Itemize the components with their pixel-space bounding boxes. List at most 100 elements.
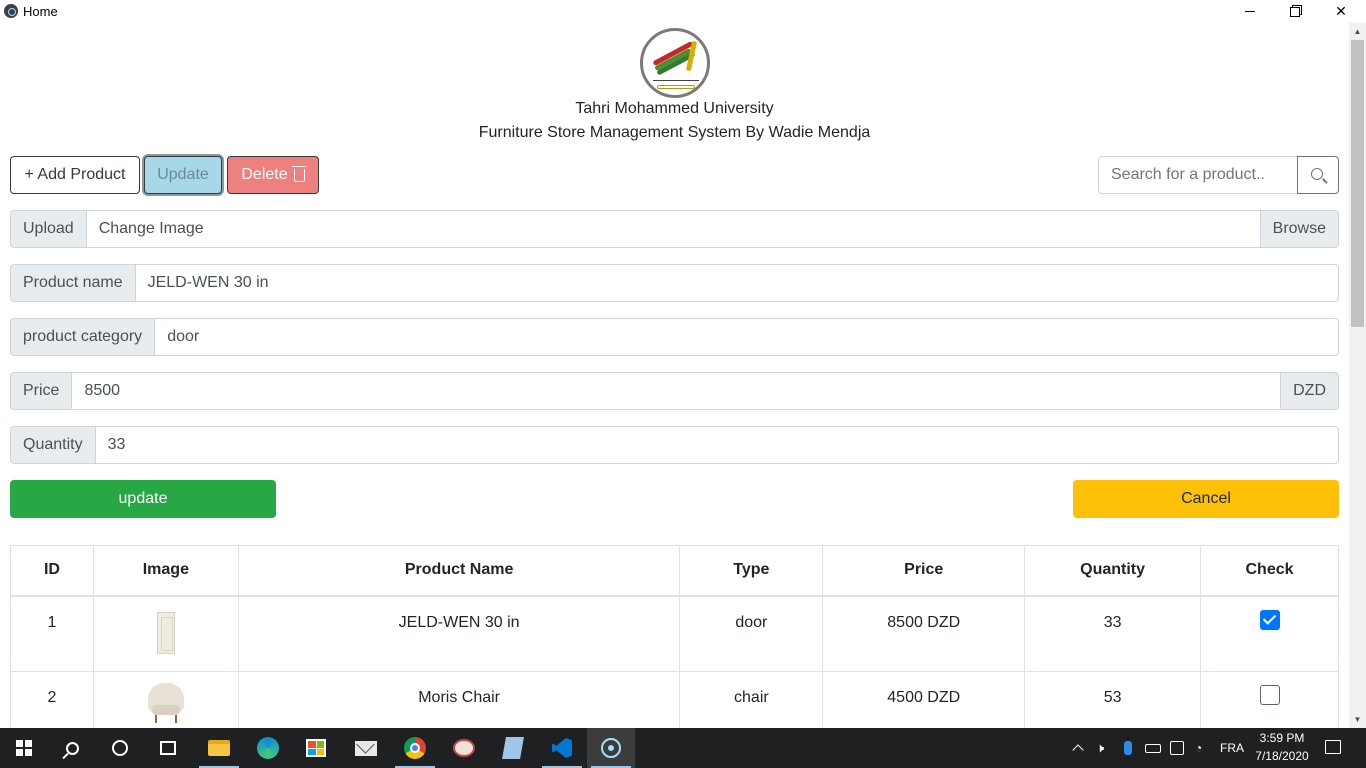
table-row[interactable]: 1 JELD-WEN 30 in door 8500 DZD 33 [10,595,1339,672]
edge-icon [257,737,279,759]
mail-icon [355,740,377,756]
cell-price: 4500 DZD [822,671,1026,728]
update-submit-button[interactable]: update [10,480,276,518]
wifi-icon: ◔ [1195,741,1203,755]
cell-type: door [679,595,824,672]
chrome-button[interactable] [391,728,439,768]
task-view-icon [160,741,176,755]
clock-date: 7/18/2020 [1255,749,1309,763]
scroll-up-arrow-icon[interactable]: ▲ [1349,23,1366,40]
chevron-up-icon [1072,744,1084,756]
row-checkbox[interactable] [1259,685,1280,705]
bluetooth-icon [1124,741,1132,755]
folder-icon [208,740,230,756]
taskbar-clock[interactable]: 3:59 PM 7/18/2020 [1252,728,1312,768]
cell-quantity: 33 [1024,595,1202,672]
products-table: ID Image Product Name Type Price Quantit… [10,545,1339,728]
university-name: Tahri Mohammed University [575,100,774,117]
volume-button[interactable]: 🕨 [1096,728,1104,768]
paint-button[interactable] [440,728,488,768]
windows-taskbar: 🕨 ◔ [0,728,1366,768]
search-input[interactable] [1098,156,1298,194]
battery-button[interactable] [1145,728,1161,768]
network-icon [1170,741,1184,755]
price-unit: DZD [1281,372,1339,410]
browse-button[interactable]: Browse [1260,210,1339,248]
cell-id: 2 [10,671,94,728]
cell-type: chair [679,671,824,728]
cancel-button[interactable]: Cancel [1073,480,1339,518]
battery-icon [1145,743,1161,753]
cell-name: JELD-WEN 30 in [237,595,681,672]
product-name-field[interactable]: JELD-WEN 30 in [135,264,1339,302]
column-header: Quantity [1024,545,1202,597]
cortana-button[interactable] [96,728,144,768]
table-row[interactable]: 2 Moris Chair chair 4500 DZD 53 [10,671,1339,728]
task-view-button[interactable] [144,728,192,768]
product-name-label: Product name [10,264,136,302]
input-language-indicator[interactable]: FRA [1220,741,1244,755]
system-title: Furniture Store Management System By Wad… [478,124,871,141]
show-hidden-icons-button[interactable] [1072,728,1084,768]
product-name-group: Product name JELD-WEN 30 in [10,264,1339,302]
minimize-button[interactable] [1227,0,1273,23]
taskbar-search-button[interactable] [48,728,96,768]
vscode-icon [552,738,572,758]
trash-icon [291,165,306,182]
start-button[interactable] [0,728,48,768]
row-checkbox[interactable] [1259,609,1280,630]
quantity-group: Quantity 33 [10,426,1339,464]
cortana-icon [112,740,128,756]
add-product-button[interactable]: + Add Product [10,156,140,194]
price-field[interactable]: 8500 [72,372,1282,410]
windows-logo-icon [16,740,32,756]
notepad-button[interactable] [489,728,537,768]
delete-label: Delete [241,166,288,183]
scroll-down-arrow-icon[interactable]: ▼ [1349,711,1366,728]
store-icon [306,739,326,757]
wifi-button[interactable]: ◔ [1195,728,1202,768]
cell-check [1200,595,1339,672]
product-category-group: product category door [10,318,1339,356]
maximize-button[interactable] [1272,0,1318,23]
network-button[interactable] [1170,728,1184,768]
price-group: Price 8500 DZD [10,372,1339,410]
mail-button[interactable] [342,728,390,768]
search-icon [1311,168,1323,180]
search-button[interactable] [1297,156,1339,194]
product-category-field[interactable]: door [155,318,1339,356]
chrome-icon [404,737,426,759]
update-mode-button[interactable]: Update [144,156,222,194]
clock-time: 3:59 PM [1259,731,1305,745]
speaker-icon: 🕨 [1096,740,1105,755]
store-button[interactable] [292,728,340,768]
column-header: Check [1200,545,1339,597]
delete-button[interactable]: Delete [227,156,319,194]
cell-image [92,595,239,672]
electron-app-button[interactable] [587,728,635,768]
vertical-scrollbar[interactable]: ▲ ▼ [1349,23,1366,728]
product-category-label: product category [10,318,156,356]
window-title: Home [23,4,58,19]
close-button[interactable]: ✕ [1318,0,1364,23]
price-label: Price [10,372,73,410]
file-explorer-button[interactable] [195,728,243,768]
upload-group: Upload Change Image Browse [10,210,1339,248]
chair-image [146,683,186,723]
electron-icon [601,738,621,758]
column-header: Price [822,545,1026,597]
vscode-button[interactable] [538,728,586,768]
cell-id: 1 [10,595,94,672]
column-header: Type [679,545,824,597]
edge-button[interactable] [244,728,292,768]
quantity-field[interactable]: 33 [95,426,1339,464]
bluetooth-button[interactable] [1124,728,1132,768]
cell-image [92,671,239,728]
door-image [156,611,175,654]
image-file-input[interactable]: Change Image [86,210,1261,248]
scrollbar-thumb[interactable] [1351,40,1364,327]
cell-price: 8500 DZD [822,595,1026,672]
notification-center-icon[interactable] [1325,740,1341,754]
cell-quantity: 53 [1024,671,1202,728]
column-header: ID [10,545,94,597]
